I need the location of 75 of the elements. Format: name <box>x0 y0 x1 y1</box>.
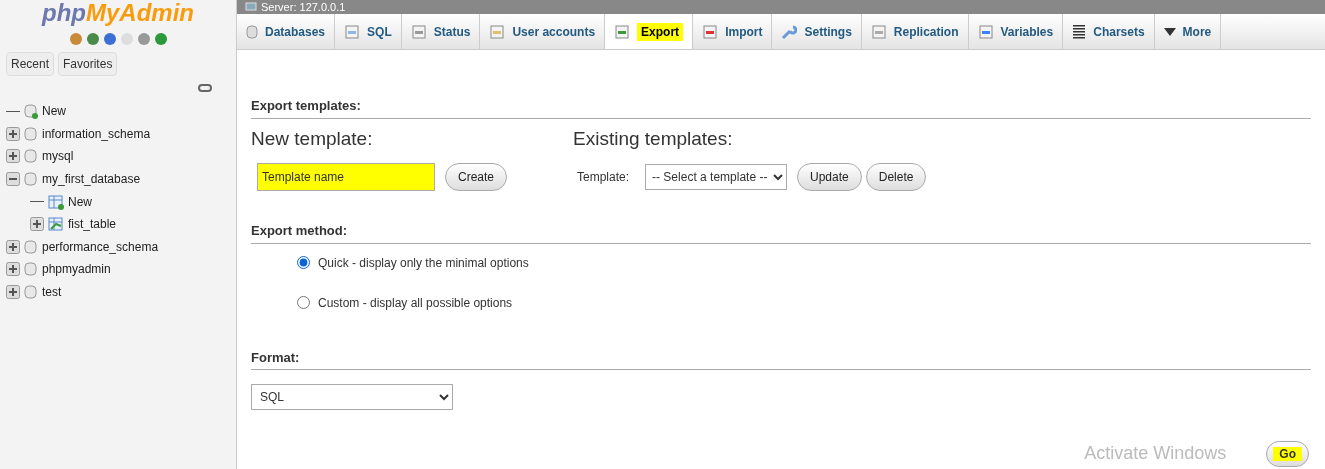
section-title: New template: <box>251 126 374 151</box>
toolbar-icon[interactable] <box>68 32 83 46</box>
document-icon <box>977 23 994 40</box>
collapse-icon[interactable] <box>6 172 20 187</box>
section-heading: Export method: <box>251 221 1311 244</box>
radio-button[interactable] <box>297 296 310 309</box>
section-title: Existing templates: <box>573 126 734 151</box>
option-label: Custom - display all possible options <box>318 294 513 312</box>
tree-item[interactable]: performance_schema <box>42 237 159 256</box>
os-notice: Activate Windows <box>1084 442 1227 465</box>
nav-tab[interactable]: SQL <box>335 14 402 49</box>
toolbar-icon[interactable] <box>102 32 117 46</box>
nav-tab[interactable]: Replication <box>861 14 969 49</box>
monitor-icon <box>245 2 257 12</box>
database-icon <box>24 171 38 188</box>
caret-icon <box>1163 27 1176 36</box>
nav-tab[interactable]: Export <box>605 14 694 49</box>
radio-button[interactable] <box>297 256 310 269</box>
expand-icon[interactable] <box>6 262 20 277</box>
tree-item[interactable]: test <box>42 283 62 302</box>
database-icon <box>24 125 38 142</box>
nav-tab[interactable]: Status <box>401 14 481 49</box>
server-title: Server: 127.0.0.1 <box>261 1 346 13</box>
document-icon <box>344 23 361 40</box>
expand-icon[interactable] <box>30 217 44 232</box>
document-icon <box>702 23 719 40</box>
table-icon <box>48 193 64 210</box>
expand-icon[interactable] <box>6 285 20 300</box>
expand-icon[interactable] <box>6 239 20 254</box>
option-label: Quick - display only the minimal options <box>318 254 529 272</box>
wrench-icon <box>781 23 798 40</box>
delete-button[interactable]: Delete <box>865 163 927 191</box>
section-heading: Format: <box>251 347 1311 370</box>
tree-item[interactable]: my_first_database <box>42 170 141 189</box>
nav-tab[interactable]: Charsets <box>1063 14 1155 49</box>
tree-item[interactable]: New <box>68 192 92 211</box>
lines-icon <box>1072 24 1087 39</box>
database-icon <box>24 148 38 165</box>
table-icon <box>48 216 64 233</box>
nav-tab[interactable]: Import <box>693 14 773 49</box>
tree-item[interactable]: mysql <box>42 147 74 166</box>
tree-item[interactable]: New <box>42 102 66 121</box>
format-select[interactable]: SQL <box>251 384 453 410</box>
database-icon <box>24 103 38 120</box>
toolbar-icon[interactable] <box>136 32 151 46</box>
document-icon <box>614 23 631 40</box>
go-button[interactable]: Go <box>1266 440 1309 467</box>
nav-tab[interactable]: Recent <box>6 52 55 76</box>
toolbar-icon[interactable] <box>153 32 168 46</box>
nav-tab[interactable]: Variables <box>968 14 1064 49</box>
update-button[interactable]: Update <box>797 163 862 191</box>
document-icon <box>489 23 506 40</box>
template-name-field[interactable]: Template name <box>257 163 435 191</box>
template-select[interactable]: -- Select a template -- <box>645 164 788 190</box>
database-icon <box>24 261 38 278</box>
cylinder-icon <box>246 24 258 39</box>
tree-item[interactable]: fist_table <box>68 215 117 234</box>
database-icon <box>24 238 38 255</box>
toolbar-icon[interactable] <box>85 32 100 46</box>
logo[interactable]: phpMyAdmin <box>0 0 236 26</box>
link-icon[interactable] <box>198 84 212 92</box>
create-button[interactable]: Create <box>445 163 508 191</box>
expand-icon[interactable] <box>6 149 20 164</box>
document-icon <box>870 23 887 40</box>
tree-item[interactable]: phpmyadmin <box>42 260 111 279</box>
tree-item[interactable]: information_schema <box>42 124 151 143</box>
nav-tab[interactable]: More <box>1154 14 1222 49</box>
nav-tab[interactable]: Databases <box>237 14 336 49</box>
section-heading: Export templates: <box>251 96 1311 119</box>
field-label: Template: <box>577 169 630 186</box>
nav-tab[interactable]: Settings <box>772 14 862 49</box>
nav-tab[interactable]: Favorites <box>58 52 118 76</box>
expand-icon[interactable] <box>6 126 20 141</box>
document-icon <box>410 23 427 40</box>
database-icon <box>24 284 38 301</box>
